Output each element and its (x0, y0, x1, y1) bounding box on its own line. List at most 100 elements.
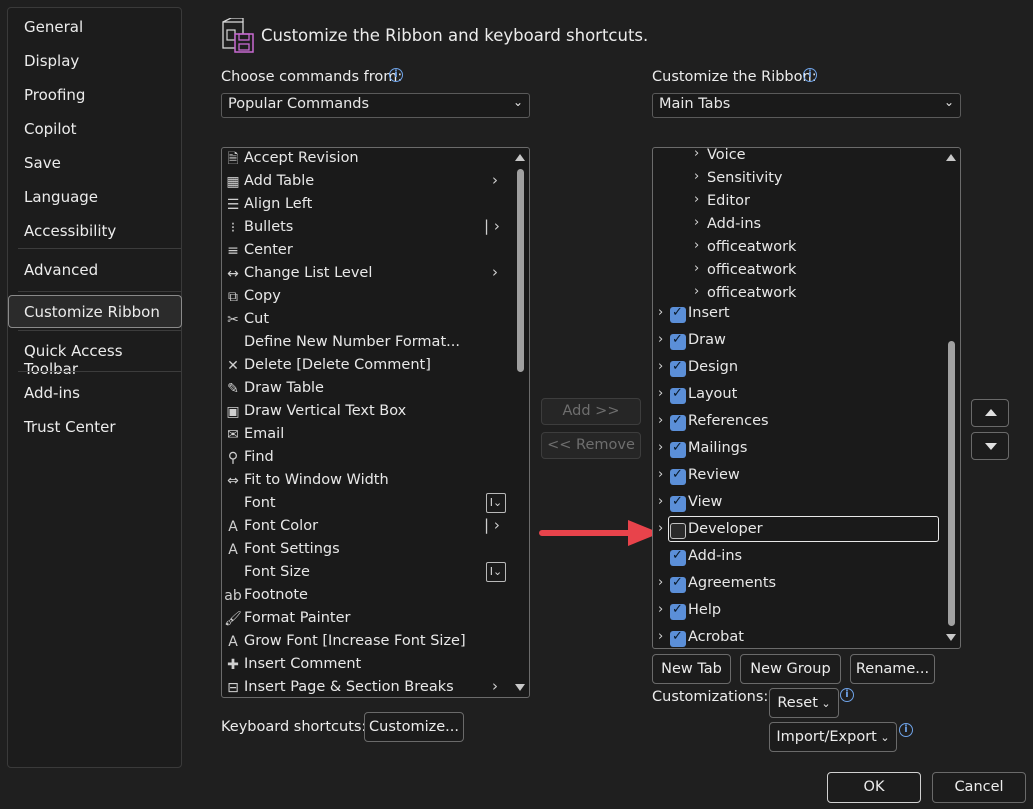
tab-checkbox[interactable] (670, 386, 686, 404)
command-item[interactable]: ↔ Change List Level › (222, 263, 512, 286)
chevron-right-icon[interactable]: › (658, 305, 663, 320)
tab-checkbox[interactable] (670, 332, 686, 350)
sidebar-item[interactable]: Add-ins (24, 384, 80, 402)
ribbon-group-item[interactable]: › officeatwork (653, 283, 943, 306)
command-item[interactable]: A Font Color | › (222, 516, 512, 539)
ribbon-group-item[interactable]: › Editor (653, 191, 943, 214)
command-item[interactable]: ✎ Draw Table (222, 378, 512, 401)
ribbon-tab-item[interactable]: › Insert (653, 304, 943, 327)
command-item[interactable]: ▦ Add Table › (222, 171, 512, 194)
scroll-thumb[interactable] (948, 341, 955, 626)
command-item[interactable]: Define New Number Format... (222, 332, 512, 355)
chevron-right-icon[interactable]: › (694, 148, 699, 161)
command-item[interactable]: ⧉ Copy (222, 286, 512, 309)
command-item[interactable]: ✂ Cut (222, 309, 512, 332)
new-tab-button[interactable]: New Tab (652, 654, 731, 684)
sidebar-item[interactable]: Advanced (24, 261, 98, 279)
scroll-down-icon[interactable] (515, 684, 525, 691)
chevron-right-icon[interactable]: › (694, 192, 699, 207)
sidebar-item[interactable]: Customize Ribbon (24, 303, 160, 321)
ribbon-group-item[interactable]: › officeatwork (653, 237, 943, 260)
command-item[interactable]: ⇔ Fit to Window Width (222, 470, 512, 493)
info-icon[interactable]: i (899, 723, 913, 737)
command-item[interactable]: ⊟ Insert Page & Section Breaks › (222, 677, 512, 697)
ribbon-tab-item[interactable]: › Draw (653, 331, 943, 354)
sidebar-item[interactable]: Accessibility (24, 222, 116, 240)
chevron-right-icon[interactable]: › (658, 332, 663, 347)
command-item[interactable]: Font I⌄ (222, 493, 512, 516)
scroll-thumb[interactable] (517, 169, 524, 372)
tab-checkbox[interactable] (670, 413, 686, 431)
chevron-right-icon[interactable]: › (658, 413, 663, 428)
command-item[interactable]: ✉ Email (222, 424, 512, 447)
sidebar-item[interactable]: Trust Center (24, 418, 116, 436)
ribbon-group-item[interactable]: › Sensitivity (653, 168, 943, 191)
command-item[interactable]: 🖌 Format Painter (222, 608, 512, 631)
cancel-button[interactable]: Cancel (932, 772, 1026, 803)
command-item[interactable]: ✚ Insert Comment (222, 654, 512, 677)
tab-checkbox[interactable] (670, 523, 686, 539)
scroll-up-icon[interactable] (946, 154, 956, 161)
command-item[interactable]: ⚲ Find (222, 447, 512, 470)
info-icon[interactable]: i (840, 688, 854, 702)
command-item[interactable]: ☰ Align Left (222, 194, 512, 217)
customize-keyboard-button[interactable]: Customize... (364, 712, 464, 742)
commands-listbox[interactable]: 🗎 Accept Revision ▦ Add Table › ☰ Align Left ⁝ B… (221, 147, 530, 698)
chevron-right-icon[interactable]: › (694, 261, 699, 276)
ribbon-group-item[interactable]: › Voice (653, 148, 943, 168)
command-item[interactable]: ⁝ Bullets | › (222, 217, 512, 240)
command-item[interactable]: A Font Settings (222, 539, 512, 562)
commands-scrollbar[interactable] (513, 148, 527, 697)
command-item[interactable]: ≡ Center (222, 240, 512, 263)
sidebar-item[interactable]: Proofing (24, 86, 85, 104)
ribbon-tab-item[interactable]: Add-ins (653, 547, 943, 570)
move-up-button[interactable] (971, 399, 1009, 427)
chevron-right-icon[interactable]: › (658, 386, 663, 401)
import-export-dropdown-button[interactable]: Import/Export ⌄ (769, 722, 897, 752)
chevron-right-icon[interactable]: › (694, 215, 699, 230)
chevron-right-icon[interactable]: › (658, 521, 663, 536)
chevron-right-icon[interactable]: › (658, 494, 663, 509)
sidebar-item[interactable]: General (24, 18, 83, 36)
ribbon-tab-item[interactable]: › Acrobat (653, 628, 943, 648)
chevron-right-icon[interactable]: › (658, 467, 663, 482)
sidebar-item[interactable]: Language (24, 188, 98, 206)
ribbon-tab-item[interactable]: › Design (653, 358, 943, 381)
command-item[interactable]: A Grow Font [Increase Font Size] (222, 631, 512, 654)
command-item[interactable]: 🗎 Accept Revision (222, 148, 512, 171)
chevron-right-icon[interactable]: › (694, 169, 699, 184)
chevron-right-icon[interactable]: › (658, 575, 663, 590)
tab-checkbox[interactable] (670, 548, 686, 566)
ribbon-tab-item[interactable]: › View (653, 493, 943, 516)
tab-checkbox[interactable] (670, 440, 686, 458)
ribbon-tab-item[interactable]: › Developer (653, 516, 943, 543)
tab-checkbox[interactable] (670, 602, 686, 620)
ribbon-tab-item[interactable]: › Layout (653, 385, 943, 408)
sidebar-item[interactable]: Copilot (24, 120, 77, 138)
choose-commands-dropdown[interactable]: Popular Commands ⌄ (221, 93, 530, 118)
new-group-button[interactable]: New Group (740, 654, 841, 684)
ribbon-tabs-tree[interactable]: › Voice › Sensitivity › Editor › Add-ins › office… (652, 147, 961, 649)
chevron-right-icon[interactable]: › (694, 284, 699, 299)
remove-button[interactable]: << Remove (541, 432, 641, 459)
chevron-right-icon[interactable]: › (658, 440, 663, 455)
tab-checkbox[interactable] (670, 305, 686, 323)
tab-checkbox[interactable] (670, 467, 686, 485)
info-icon[interactable]: i (803, 68, 817, 82)
ribbon-group-item[interactable]: › officeatwork (653, 260, 943, 283)
move-down-button[interactable] (971, 432, 1009, 460)
chevron-right-icon[interactable]: › (694, 238, 699, 253)
tab-checkbox[interactable] (670, 359, 686, 377)
chevron-right-icon[interactable]: › (658, 602, 663, 617)
ribbon-group-item[interactable]: › Add-ins (653, 214, 943, 237)
tab-checkbox[interactable] (670, 575, 686, 593)
command-item[interactable]: ▣ Draw Vertical Text Box (222, 401, 512, 424)
info-icon[interactable]: i (389, 68, 403, 82)
tab-checkbox[interactable] (670, 494, 686, 512)
add-button[interactable]: Add >> (541, 398, 641, 425)
sidebar-item[interactable]: Quick Access Toolbar (24, 342, 181, 378)
tree-scrollbar[interactable] (944, 148, 958, 648)
command-item[interactable]: ✕ Delete [Delete Comment] (222, 355, 512, 378)
ribbon-tab-item[interactable]: › Agreements (653, 574, 943, 597)
chevron-right-icon[interactable]: › (658, 629, 663, 644)
